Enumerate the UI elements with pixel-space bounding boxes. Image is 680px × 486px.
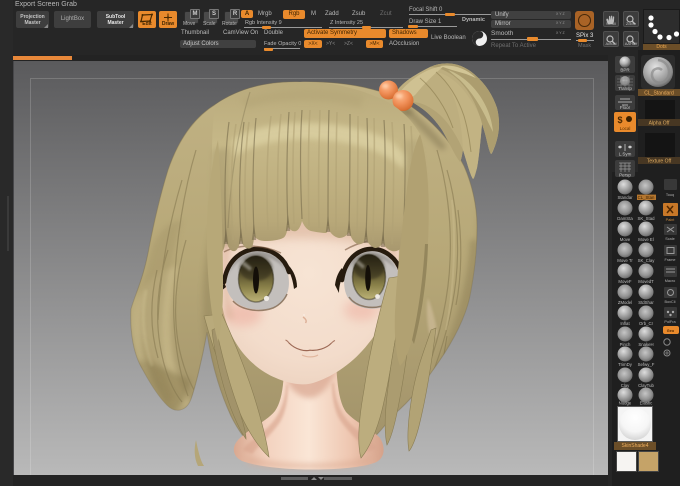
svg-text:Paint: Paint — [666, 218, 676, 222]
svg-text:Touq: Touq — [666, 193, 674, 197]
svg-text:Macro: Macro — [665, 279, 676, 283]
svg-text:DamSta: DamSta — [617, 216, 633, 221]
svg-text:Move: Move — [620, 237, 631, 242]
svg-text:Inflat: Inflat — [620, 321, 630, 326]
svg-text:MovedT: MovedT — [638, 279, 654, 284]
svg-text:Geo: Geo — [667, 329, 675, 333]
svg-text:Texture Off: Texture Off — [647, 159, 672, 165]
svg-text:TrimDy: TrimDy — [618, 362, 633, 367]
svg-text:CL_Standard: CL_Standard — [644, 91, 674, 97]
svg-text:MoveF: MoveF — [618, 279, 632, 284]
svg-text:Alpha Off: Alpha Off — [649, 121, 670, 127]
svg-text:Move El: Move El — [638, 237, 654, 242]
svg-text:Elastic: Elastic — [640, 401, 654, 406]
svg-text:BoxCli: BoxCli — [665, 300, 676, 304]
svg-text:Pinch: Pinch — [620, 342, 631, 347]
svg-text:StdShar: StdShar — [638, 300, 654, 305]
svg-text:PolFra: PolFra — [664, 320, 676, 324]
svg-text:ClayTub: ClayTub — [638, 383, 654, 388]
svg-text:CL_Stan: CL_Stan — [638, 195, 655, 200]
svg-text:ZModel: ZModel — [618, 300, 632, 305]
svg-text:Frame: Frame — [665, 258, 676, 262]
svg-text:Move Tr: Move Tr — [617, 258, 633, 263]
svg-text:Orb_Cr: Orb_Cr — [639, 321, 654, 326]
svg-text:SK_Stad: SK_Stad — [638, 216, 656, 221]
svg-text:Clay: Clay — [621, 383, 630, 388]
svg-text:Scale: Scale — [665, 237, 675, 241]
svg-text:SK_Clay: SK_Clay — [638, 258, 656, 263]
svg-text:Standar: Standar — [617, 195, 633, 200]
svg-text:SnakeH: SnakeH — [638, 342, 653, 347]
svg-text:Sefwy_F: Sefwy_F — [638, 362, 655, 367]
svg-text:Nudge: Nudge — [619, 401, 632, 406]
